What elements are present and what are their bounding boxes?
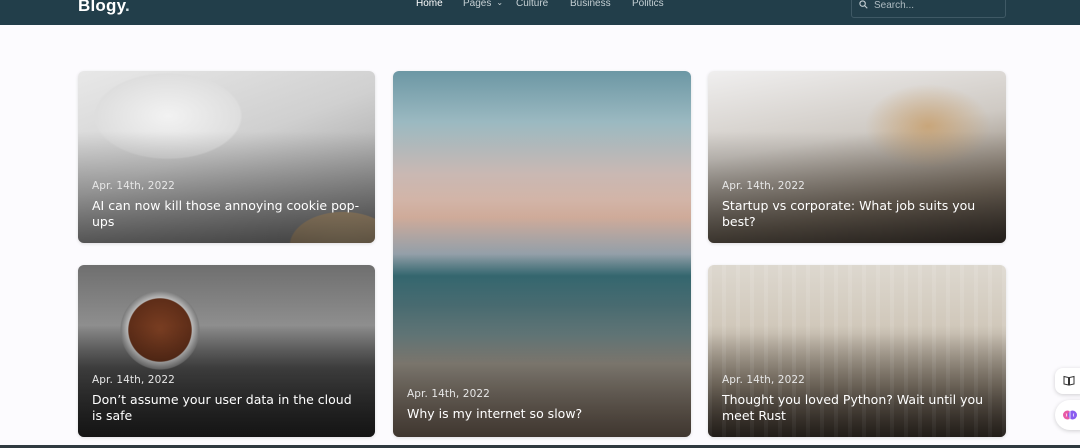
- nav-item-politics[interactable]: Politics: [632, 0, 664, 9]
- nav-item-business[interactable]: Business: [570, 0, 611, 9]
- post-card-featured[interactable]: Apr. 14th, 2022 Why is my internet so sl…: [393, 71, 691, 437]
- site-header: Blogy. Home Pages ⌄ Culture Business Poli…: [0, 0, 1080, 25]
- book-icon: [1063, 375, 1075, 386]
- nav-item-pages-label: Pages: [463, 0, 492, 9]
- post-date: Apr. 14th, 2022: [92, 180, 175, 192]
- nav-item-culture[interactable]: Culture: [516, 0, 548, 9]
- brain-icon: [1063, 410, 1077, 420]
- post-card[interactable]: Apr. 14th, 2022 Startup vs corporate: Wh…: [708, 71, 1006, 243]
- post-card[interactable]: Apr. 14th, 2022 Thought you loved Python…: [708, 265, 1006, 437]
- nav-item-home[interactable]: Home: [416, 0, 443, 9]
- search-icon: [859, 0, 868, 9]
- reader-mode-button[interactable]: [1055, 368, 1080, 394]
- post-title[interactable]: Why is my internet so slow?: [407, 406, 677, 422]
- post-date: Apr. 14th, 2022: [722, 374, 805, 386]
- post-title[interactable]: Don’t assume your user data in the cloud…: [92, 392, 361, 424]
- post-date: Apr. 14th, 2022: [92, 374, 175, 386]
- post-title[interactable]: Startup vs corporate: What job suits you…: [722, 198, 992, 230]
- post-date: Apr. 14th, 2022: [722, 180, 805, 192]
- nav-item-pages[interactable]: Pages ⌄: [463, 0, 503, 9]
- image-overlay: [393, 71, 691, 437]
- search-input[interactable]: [874, 0, 999, 11]
- post-card[interactable]: Apr. 14th, 2022 Don’t assume your user d…: [78, 265, 375, 437]
- post-date: Apr. 14th, 2022: [407, 388, 490, 400]
- search-box: [851, 0, 1006, 18]
- chevron-down-icon: ⌄: [496, 0, 504, 7]
- post-title[interactable]: AI can now kill those annoying cookie po…: [92, 198, 361, 230]
- site-logo[interactable]: Blogy.: [78, 0, 130, 16]
- post-title[interactable]: Thought you loved Python? Wait until you…: [722, 392, 992, 424]
- post-card[interactable]: Apr. 14th, 2022 AI can now kill those an…: [78, 71, 375, 243]
- assistant-button[interactable]: [1055, 400, 1080, 430]
